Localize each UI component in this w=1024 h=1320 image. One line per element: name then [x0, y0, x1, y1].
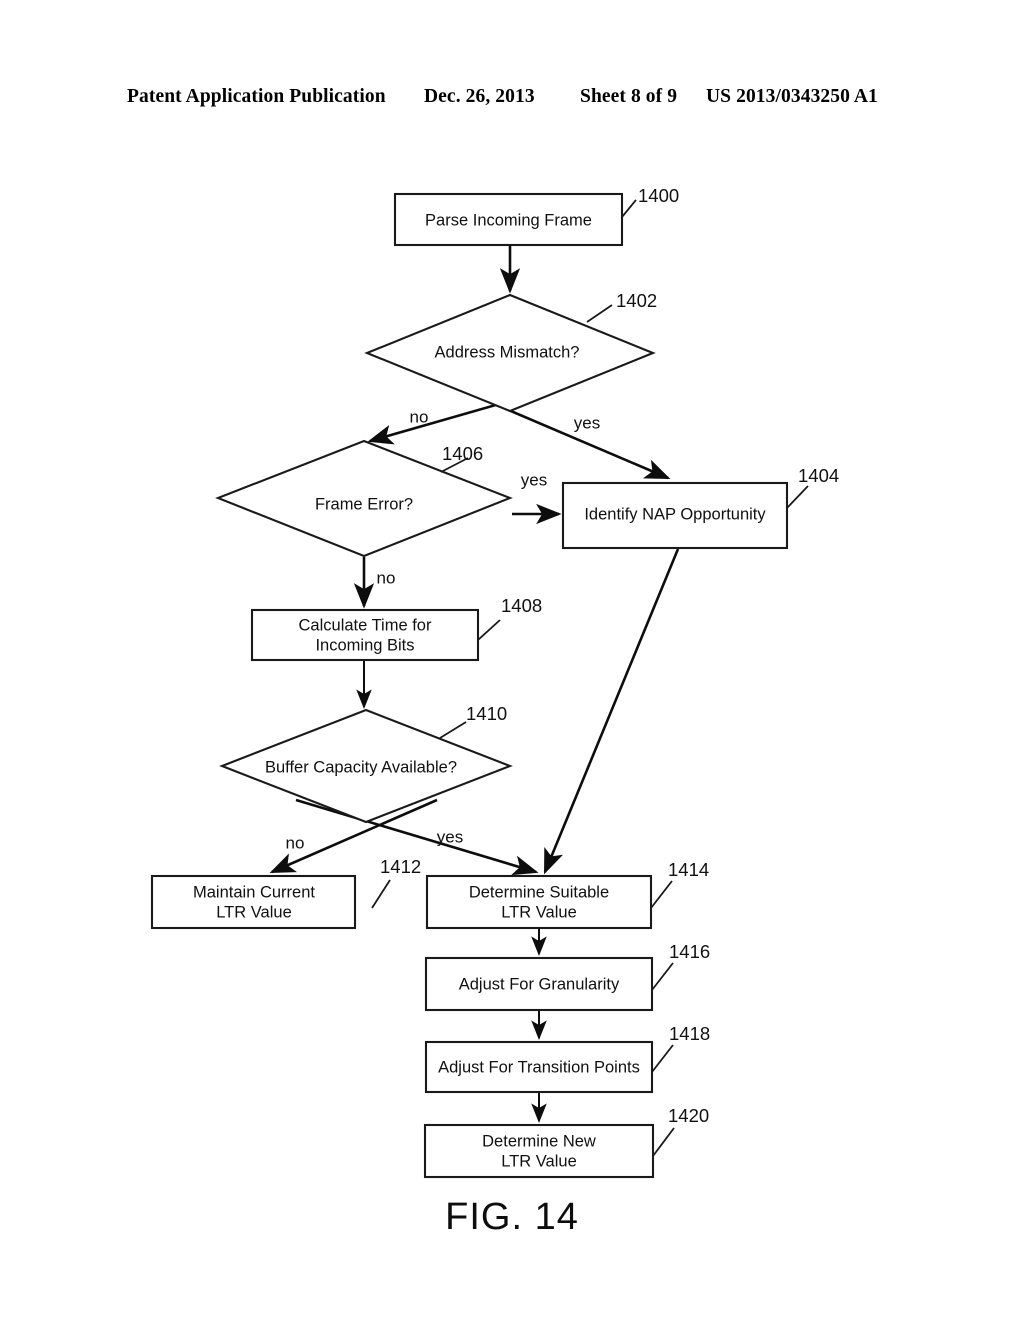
node-label-1420-line2: LTR Value: [501, 1152, 577, 1170]
node-label-1400: Parse Incoming Frame: [425, 211, 592, 229]
node-label-1418: Adjust For Transition Points: [438, 1058, 640, 1076]
node-adjust-transition-points: Adjust For Transition Points: [424, 1040, 654, 1094]
node-determine-new-ltr: Determine New LTR Value: [423, 1123, 655, 1179]
branch-label-frame-error-yes: yes: [521, 470, 547, 489]
node-adjust-granularity: Adjust For Granularity: [424, 956, 654, 1012]
node-address-mismatch: Address Mismatch?: [364, 293, 656, 413]
ref-number-1408: 1408: [501, 595, 542, 616]
node-label-1416: Adjust For Granularity: [459, 975, 620, 993]
branch-label-frame-error-no: no: [377, 568, 396, 587]
node-calculate-time: Calculate Time for Incoming Bits: [250, 608, 480, 662]
ref-number-1418: 1418: [669, 1023, 710, 1044]
leader-1412: [371, 879, 391, 909]
leader-1410: [439, 721, 467, 739]
figure-caption-text: FIG. 14: [445, 1196, 579, 1238]
figure-caption: FIG. 14: [0, 1196, 1024, 1239]
ref-number-1412: 1412: [380, 856, 421, 877]
ref-number-1404: 1404: [798, 465, 839, 486]
ref-number-1414: 1414: [668, 859, 709, 880]
ref-number-1410: 1410: [466, 703, 507, 724]
leader-1408: [477, 619, 501, 641]
node-identify-nap-opportunity: Identify NAP Opportunity: [561, 481, 789, 550]
node-label-1420-line1: Determine New: [482, 1132, 596, 1150]
patent-page: Patent Application Publication Dec. 26, …: [0, 0, 1024, 1320]
branch-label-mismatch-no: no: [410, 407, 429, 426]
node-maintain-current-ltr: Maintain Current LTR Value: [150, 874, 357, 930]
node-label-1404: Identify NAP Opportunity: [584, 505, 766, 523]
node-label-1408-line2: Incoming Bits: [315, 636, 414, 654]
ref-number-1406: 1406: [442, 443, 483, 464]
ref-number-1400: 1400: [638, 185, 679, 206]
node-label-1410: Buffer Capacity Available?: [265, 758, 457, 776]
branch-label-buffer-yes: yes: [437, 827, 463, 846]
leader-1420: [652, 1127, 675, 1157]
leader-1402: [586, 304, 613, 323]
leader-1404: [786, 485, 809, 509]
branch-label-buffer-no: no: [286, 833, 305, 852]
node-buffer-capacity: Buffer Capacity Available?: [219, 708, 513, 824]
node-label-1402: Address Mismatch?: [435, 343, 580, 361]
connector-nap-to-determine-suitable: [543, 548, 680, 875]
node-label-1406: Frame Error?: [315, 495, 413, 513]
node-determine-suitable-ltr: Determine Suitable LTR Value: [425, 874, 653, 930]
node-label-1414-line2: LTR Value: [501, 903, 577, 921]
ref-number-1416: 1416: [669, 941, 710, 962]
node-parse-incoming-frame: Parse Incoming Frame: [393, 192, 624, 247]
leader-1418: [651, 1044, 674, 1073]
ref-number-1420: 1420: [668, 1105, 709, 1126]
leader-1414: [650, 880, 673, 909]
node-label-1408-line1: Calculate Time for: [299, 616, 432, 634]
node-label-1414-line1: Determine Suitable: [469, 883, 609, 901]
ref-number-1402: 1402: [616, 290, 657, 311]
leader-1400: [621, 199, 637, 218]
leader-1416: [651, 962, 674, 991]
branch-label-mismatch-yes: yes: [574, 413, 600, 432]
node-label-1412-line1: Maintain Current: [193, 883, 315, 901]
node-label-1412-line2: LTR Value: [216, 903, 292, 921]
flowchart-diagram: Parse Incoming Frame 1400 Address Mismat…: [150, 185, 839, 1179]
